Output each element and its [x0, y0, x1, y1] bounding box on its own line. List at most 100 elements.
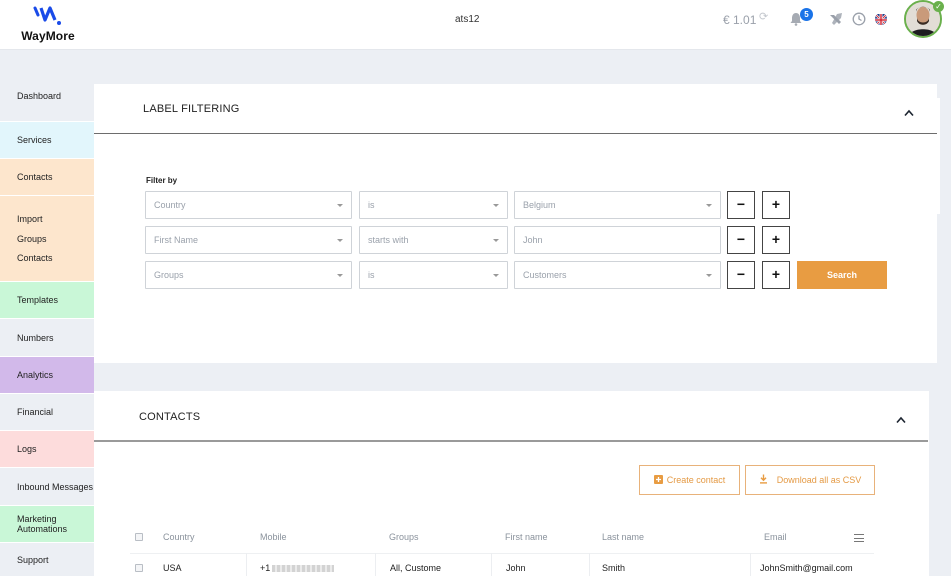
download-icon [759, 467, 768, 495]
sidebar-item-label: Inbound Messages [17, 482, 94, 492]
refresh-balance-icon[interactable]: ⟳ [759, 10, 768, 23]
clock-icon[interactable] [852, 12, 866, 31]
filter-value-input[interactable]: John [514, 226, 721, 254]
column-divider [491, 553, 492, 576]
sidebar-subitem-contacts[interactable]: Contacts [17, 249, 94, 269]
tools-icon[interactable] [828, 12, 844, 31]
filter-value-text: John [523, 235, 543, 245]
sidebar-item-label: Dashboard [17, 91, 62, 101]
sidebar-subitem-import[interactable]: Import [17, 210, 94, 230]
filter-by-label: Filter by [146, 176, 178, 185]
label-filtering-title: LABEL FILTERING [143, 103, 240, 115]
row-checkbox[interactable] [135, 564, 143, 572]
download-csv-label: Download all as CSV [776, 475, 862, 485]
balance: € 1.01 [723, 13, 757, 27]
cell-first-name: John [506, 563, 526, 573]
filter-field-value: Groups [154, 270, 184, 280]
sidebar-item-label: Services [17, 135, 52, 145]
filter-operator-select[interactable]: is [359, 191, 508, 219]
sidebar-item-label: Contacts [17, 172, 53, 182]
dropdown-caret-icon [706, 274, 712, 277]
column-header-last-name[interactable]: Last name [602, 532, 644, 542]
notification-badge: 5 [800, 8, 813, 21]
filter-value-select[interactable]: Belgium [514, 191, 721, 219]
sidebar-item-support[interactable]: Support [0, 543, 94, 576]
brand-name: WayMore [21, 29, 75, 43]
sidebar-item-label: Marketing Automations [17, 514, 68, 534]
filter-field-value: First Name [154, 235, 199, 245]
dropdown-caret-icon [337, 204, 343, 207]
filter-field-select[interactable]: Groups [145, 261, 352, 289]
collapse-contacts-chevron-icon[interactable] [896, 411, 906, 424]
label-filtering-divider [94, 133, 937, 134]
sidebar-item-contacts[interactable]: Contacts [0, 159, 94, 196]
sidebar-item-label: Numbers [17, 333, 54, 343]
add-filter-row-button[interactable]: + [762, 226, 790, 254]
sidebar-item-inbound-messages[interactable]: Inbound Messages [0, 468, 94, 506]
column-header-first-name[interactable]: First name [505, 532, 548, 542]
column-header-mobile[interactable]: Mobile [260, 532, 287, 542]
filter-operator-select[interactable]: starts with [359, 226, 508, 254]
sidebar-item-analytics[interactable]: Analytics [0, 357, 94, 394]
column-divider [589, 553, 590, 576]
contacts-title: CONTACTS [139, 411, 201, 423]
waymore-logo[interactable]: WayMore [18, 6, 78, 46]
filter-value-text: Customers [523, 270, 567, 280]
filter-operator-select[interactable]: is [359, 261, 508, 289]
cell-last-name: Smith [602, 563, 626, 573]
column-header-country[interactable]: Country [163, 532, 195, 542]
filter-field-select[interactable]: First Name [145, 226, 352, 254]
redacted-number [272, 565, 335, 573]
sidebar-item-label: Financial [17, 407, 54, 417]
cell-country: USA [163, 563, 182, 573]
label-filtering-card [94, 84, 937, 363]
sidebar-item-templates[interactable]: Templates [0, 282, 94, 319]
create-contact-button[interactable]: Create contact [639, 465, 740, 495]
filter-value-text: Belgium [523, 200, 556, 210]
sidebar-item-label: Templates [17, 295, 59, 305]
download-csv-button[interactable]: Download all as CSV [745, 465, 875, 495]
label-filtering-card-edge [930, 98, 940, 214]
remove-filter-row-button[interactable]: − [727, 261, 755, 289]
dropdown-caret-icon [337, 239, 343, 242]
collapse-filter-chevron-icon[interactable] [904, 104, 914, 117]
sidebar-item-numbers[interactable]: Numbers [0, 319, 94, 357]
column-divider [375, 553, 376, 576]
dropdown-caret-icon [337, 274, 343, 277]
cell-email: JohnSmith@gmail.com [760, 563, 853, 573]
sidebar-item-label: Analytics [17, 370, 54, 380]
dropdown-caret-icon [493, 239, 499, 242]
column-divider [750, 553, 751, 576]
filter-field-value: Country [154, 200, 186, 210]
column-header-groups[interactable]: Groups [389, 532, 419, 542]
filter-value-select[interactable]: Customers [514, 261, 721, 289]
filter-operator-value: is [368, 200, 375, 210]
select-all-checkbox[interactable] [135, 533, 143, 541]
remove-filter-row-button[interactable]: − [727, 191, 755, 219]
account-name: ats12 [455, 14, 480, 25]
dropdown-caret-icon [493, 274, 499, 277]
remove-filter-row-button[interactable]: − [727, 226, 755, 254]
sidebar-item-label: Support [17, 555, 49, 565]
filter-field-select[interactable]: Country [145, 191, 352, 219]
sidebar-item-label: Logs [17, 444, 37, 454]
contacts-divider [94, 440, 928, 442]
sidebar-subitem-groups[interactable]: Groups [17, 230, 94, 250]
column-menu-icon[interactable] [854, 534, 864, 545]
sidebar-item-marketing-automations[interactable]: Marketing Automations [0, 506, 94, 543]
uk-flag-icon[interactable] [875, 13, 887, 25]
mobile-prefix: +1 [260, 563, 271, 573]
sidebar-item-logs[interactable]: Logs [0, 431, 94, 468]
column-divider [246, 553, 247, 576]
search-button[interactable]: Search [797, 261, 887, 289]
add-filter-row-button[interactable]: + [762, 191, 790, 219]
top-header: WayMore ats12 € 1.01 ⟳ 5 ✓ [0, 0, 951, 50]
add-filter-row-button[interactable]: + [762, 261, 790, 289]
create-contact-label: Create contact [666, 475, 726, 485]
sidebar-item-dashboard[interactable]: Dashboard [0, 85, 94, 122]
column-header-email[interactable]: Email [764, 532, 787, 542]
sidebar-item-services[interactable]: Services [0, 122, 94, 159]
sidebar-item-financial[interactable]: Financial [0, 394, 94, 431]
sidebar: Dashboard Services Contacts Import Group… [0, 85, 94, 576]
filter-operator-value: starts with [368, 235, 409, 245]
